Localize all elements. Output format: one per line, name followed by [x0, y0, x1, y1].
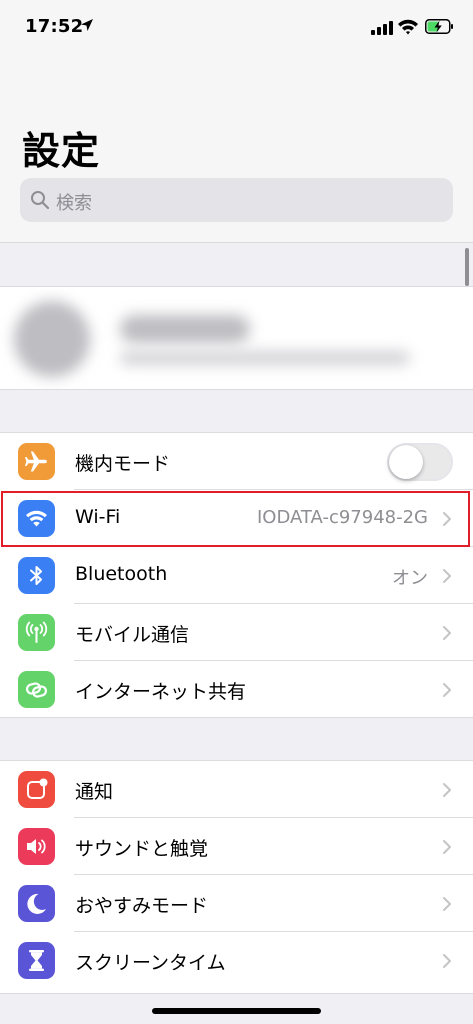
wifi-status-icon: [398, 19, 418, 35]
home-indicator[interactable]: [152, 1008, 321, 1014]
chevron-right-icon: [443, 626, 451, 640]
notifications-group: 通知 サウンドと触覚 おやすみモード スクリーンタイム: [0, 760, 473, 994]
hourglass-icon: [18, 942, 55, 979]
airplane-mode-row[interactable]: 機内モード: [0, 433, 473, 490]
bluetooth-icon: [18, 557, 55, 594]
bluetooth-status-value: オン: [392, 568, 428, 589]
cellular-signal-icon: [371, 21, 393, 35]
do-not-disturb-row[interactable]: おやすみモード: [0, 875, 473, 932]
mobile-data-label: モバイル通信: [75, 624, 190, 646]
apple-id-profile-cell[interactable]: [0, 286, 473, 390]
chevron-right-icon: [443, 840, 451, 854]
antenna-icon: [18, 614, 55, 651]
airplane-mode-label: 機内モード: [75, 453, 171, 475]
link-chain-icon: [18, 671, 55, 708]
sounds-haptics-row[interactable]: サウンドと触覚: [0, 818, 473, 875]
bluetooth-row[interactable]: Bluetooth オン: [0, 547, 473, 604]
wifi-row[interactable]: Wi-Fi IODATA-c97948-2G: [0, 490, 473, 547]
search-placeholder: 検索: [56, 193, 92, 214]
blurred-avatar: [14, 301, 90, 377]
status-bar: 17:52: [0, 0, 473, 58]
chevron-right-icon: [443, 783, 451, 797]
do-not-disturb-label: おやすみモード: [75, 895, 209, 917]
notification-icon: [18, 771, 55, 808]
chevron-right-icon: [443, 954, 451, 968]
chevron-right-icon: [443, 897, 451, 911]
status-time: 17:52: [25, 16, 84, 37]
wifi-icon: [18, 500, 55, 537]
sounds-haptics-label: サウンドと触覚: [75, 838, 209, 860]
bluetooth-label: Bluetooth: [75, 563, 168, 585]
page-title: 設定: [22, 129, 101, 173]
screen-time-row[interactable]: スクリーンタイム: [0, 932, 473, 989]
location-arrow-icon: [81, 19, 93, 31]
chevron-right-icon: [443, 683, 451, 697]
scroll-indicator: [465, 248, 469, 286]
wifi-network-value: IODATA-c97948-2G: [257, 507, 428, 528]
notifications-label: 通知: [75, 781, 114, 803]
screen-time-label: スクリーンタイム: [75, 952, 226, 974]
mobile-data-row[interactable]: モバイル通信: [0, 604, 473, 661]
chevron-right-icon: [443, 512, 451, 526]
connectivity-group: 機内モード Wi-Fi IODATA-c97948-2G Bluetooth オ…: [0, 432, 473, 718]
moon-icon: [18, 885, 55, 922]
airplane-icon: [18, 443, 55, 480]
notifications-row[interactable]: 通知: [0, 761, 473, 818]
toggle-knob: [389, 445, 423, 479]
settings-header: 設定 検索: [0, 58, 473, 243]
speaker-icon: [18, 828, 55, 865]
airplane-mode-toggle[interactable]: [387, 443, 453, 481]
search-icon: [31, 191, 50, 210]
battery-charging-icon: [425, 19, 453, 34]
blurred-name: [120, 315, 250, 343]
personal-hotspot-row[interactable]: インターネット共有: [0, 661, 473, 718]
blurred-subtitle: [120, 351, 410, 365]
search-input[interactable]: 検索: [20, 178, 453, 222]
wifi-label: Wi-Fi: [75, 506, 121, 528]
chevron-right-icon: [443, 569, 451, 583]
personal-hotspot-label: インターネット共有: [75, 681, 247, 703]
